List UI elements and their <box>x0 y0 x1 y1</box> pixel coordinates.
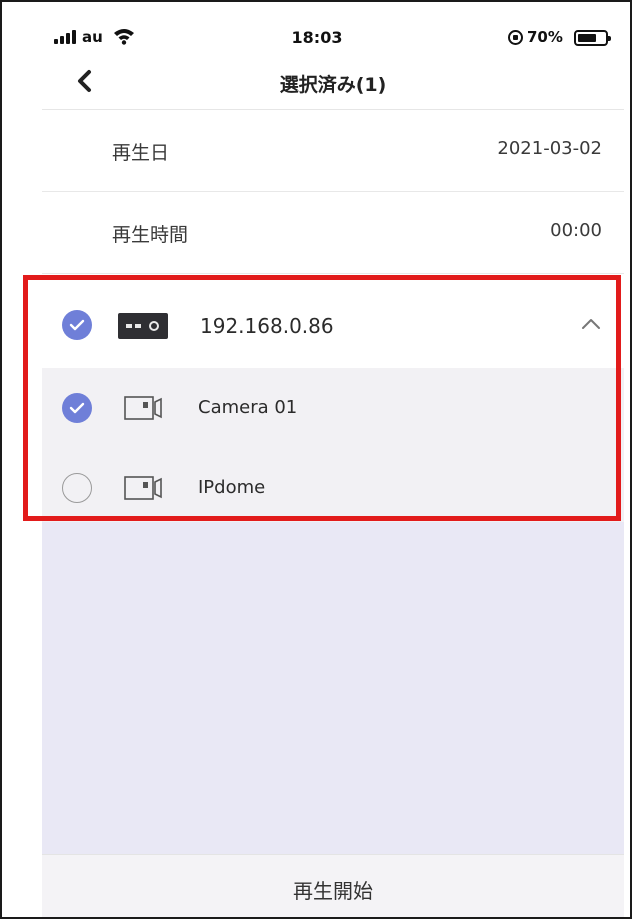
start-playback-button[interactable]: 再生開始 <box>42 854 624 917</box>
camera-icon <box>124 396 162 420</box>
channel-checkbox-ipdome[interactable] <box>62 473 92 503</box>
device-row[interactable]: 192.168.0.86 <box>42 282 624 368</box>
playback-time-row[interactable]: 再生時間 00:00 <box>42 192 624 274</box>
battery-fill <box>578 34 596 42</box>
playback-time-label: 再生時間 <box>112 224 189 246</box>
channel-name: Camera 01 <box>198 397 298 418</box>
channel-checkbox-camera-01[interactable] <box>62 393 92 423</box>
playback-time-value: 00:00 <box>550 220 602 241</box>
signal-icon <box>54 30 76 44</box>
nvr-icon <box>118 313 168 339</box>
carrier-name: au <box>82 28 103 46</box>
empty-list-area <box>42 522 624 854</box>
page-title: 選択済み(1) <box>279 74 387 96</box>
device-checkbox[interactable] <box>62 310 92 340</box>
wifi-icon <box>114 29 134 45</box>
camera-icon <box>124 476 162 500</box>
channel-name: IPdome <box>198 477 266 498</box>
nav-bar: 選択済み(1) <box>42 54 624 110</box>
battery-percent: 70% <box>527 28 563 46</box>
phone-screen: au 18:03 70% 選択済み(1) 再生日 2021-03-02 再生時間… <box>0 0 632 919</box>
status-bar: au 18:03 70% <box>2 2 630 52</box>
channel-row[interactable]: IPdome <box>42 448 624 528</box>
device-name: 192.168.0.86 <box>200 314 334 338</box>
chevron-up-icon[interactable] <box>580 315 602 331</box>
check-icon <box>69 402 85 414</box>
playback-date-row[interactable]: 再生日 2021-03-02 <box>42 110 624 192</box>
playback-date-label: 再生日 <box>112 142 170 164</box>
battery-icon <box>574 30 611 46</box>
check-icon <box>69 319 85 331</box>
status-time: 18:03 <box>291 28 343 47</box>
device-panel: 192.168.0.86 Camera 01 IPdome <box>42 282 624 528</box>
start-playback-label: 再生開始 <box>293 879 373 903</box>
rotation-lock-icon <box>508 30 523 45</box>
channel-row[interactable]: Camera 01 <box>42 368 624 448</box>
playback-date-value: 2021-03-02 <box>497 138 602 159</box>
